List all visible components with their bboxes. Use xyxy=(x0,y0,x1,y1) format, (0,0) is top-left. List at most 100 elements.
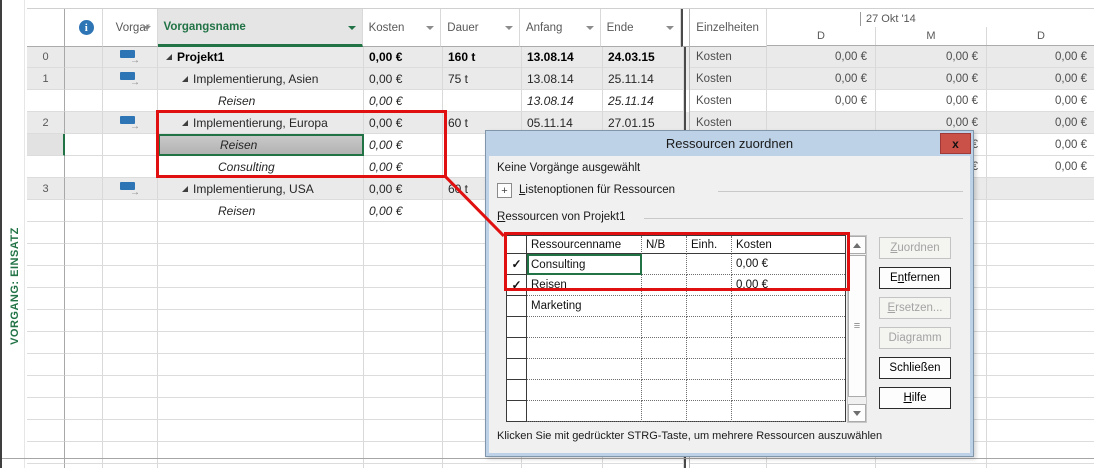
ersetzen-button[interactable]: Ersetzen... xyxy=(879,297,951,319)
row-selector-cell[interactable] xyxy=(507,236,527,254)
info-cell[interactable] xyxy=(65,420,103,442)
timeline-cell[interactable]: 0,00 € xyxy=(987,46,1094,68)
info-cell[interactable] xyxy=(65,90,103,112)
row-number-cell[interactable]: 3 xyxy=(27,178,65,200)
task-mode-cell[interactable] xyxy=(103,244,158,266)
duration-cell[interactable]: 160 t xyxy=(443,46,522,68)
task-name-cell[interactable] xyxy=(158,376,364,398)
timeline-cell[interactable] xyxy=(987,332,1094,354)
info-cell[interactable] xyxy=(65,134,103,156)
end-cell[interactable] xyxy=(603,464,684,468)
cost-cell[interactable] xyxy=(732,401,845,422)
timeline-cell[interactable]: 0,00 € xyxy=(876,90,987,112)
rd-cell[interactable] xyxy=(642,296,687,317)
timeline-cell[interactable]: 0,00 € xyxy=(987,68,1094,90)
resource-row[interactable] xyxy=(507,359,845,380)
cost-cell[interactable]: Kosten xyxy=(732,236,845,254)
row-number-cell[interactable] xyxy=(27,354,65,376)
timeline-cell[interactable] xyxy=(987,288,1094,310)
resource-name-cell[interactable] xyxy=(527,359,642,380)
task-mode-cell[interactable] xyxy=(103,464,158,468)
row-number-cell[interactable]: 1 xyxy=(27,68,65,90)
task-name-cell[interactable]: Consulting xyxy=(158,156,364,178)
cost-cell[interactable] xyxy=(364,354,443,376)
task-mode-cell[interactable] xyxy=(103,200,158,222)
cost-cell[interactable]: 0,00 € xyxy=(364,90,443,112)
dropdown-arrow-icon[interactable] xyxy=(426,26,434,30)
row-number-cell[interactable] xyxy=(27,266,65,288)
end-column-header[interactable]: Ende xyxy=(601,9,682,47)
task-name-cell[interactable]: Implementierung, Asien xyxy=(158,68,364,90)
row-number-cell[interactable] xyxy=(27,288,65,310)
cost-cell[interactable] xyxy=(364,244,443,266)
task-name-column-header[interactable]: Vorgangsname xyxy=(158,9,363,47)
pane-divider[interactable] xyxy=(681,9,690,47)
task-name-cell[interactable]: Implementierung, Europa xyxy=(158,112,364,134)
cost-cell[interactable]: 0,00 € xyxy=(732,275,845,296)
cost-cell[interactable] xyxy=(364,442,443,464)
task-mode-cell[interactable] xyxy=(103,376,158,398)
timeline-cell[interactable] xyxy=(987,420,1094,442)
resource-row[interactable] xyxy=(507,317,845,338)
info-cell[interactable] xyxy=(65,112,103,134)
row-selector-cell[interactable] xyxy=(507,338,527,359)
task-name-cell[interactable] xyxy=(158,354,364,376)
timeline-header[interactable]: 27 Okt '14 DMD xyxy=(767,9,1094,46)
row-number-cell[interactable]: 2 xyxy=(27,112,65,134)
units-cell[interactable] xyxy=(687,380,732,401)
resource-row[interactable]: ✓Consulting0,00 € xyxy=(507,254,845,275)
cost-cell[interactable]: 0,00 € xyxy=(364,112,443,134)
task-name-cell[interactable] xyxy=(158,420,364,442)
task-mode-column-header[interactable]: Vorgar xyxy=(103,9,158,47)
row-number-cell[interactable] xyxy=(27,442,65,464)
timeline-cell[interactable]: 0,00 € xyxy=(987,156,1094,178)
schliessen-button[interactable]: Schließen xyxy=(879,357,951,379)
timeline-cell[interactable] xyxy=(876,464,987,468)
cost-cell[interactable] xyxy=(732,296,845,317)
cost-cell[interactable]: 0,00 € xyxy=(364,178,443,200)
details-column-header[interactable]: Einzelheiten xyxy=(690,9,767,47)
units-cell[interactable] xyxy=(687,338,732,359)
info-cell[interactable] xyxy=(65,156,103,178)
task-name-cell[interactable] xyxy=(158,266,364,288)
row-number-header[interactable] xyxy=(27,9,65,47)
units-cell[interactable] xyxy=(687,317,732,338)
cost-column-header[interactable]: Kosten xyxy=(363,9,442,47)
rd-cell[interactable] xyxy=(642,317,687,338)
cost-cell[interactable]: 0,00 € xyxy=(732,254,845,275)
dropdown-arrow-icon[interactable] xyxy=(586,26,594,30)
info-cell[interactable] xyxy=(65,200,103,222)
info-cell[interactable] xyxy=(65,376,103,398)
timeline-cell[interactable] xyxy=(987,376,1094,398)
timeline-cell[interactable] xyxy=(987,266,1094,288)
timeline-cell[interactable] xyxy=(987,464,1094,468)
task-mode-cell[interactable] xyxy=(103,90,158,112)
info-cell[interactable] xyxy=(65,46,103,68)
row-number-cell[interactable] xyxy=(27,244,65,266)
info-cell[interactable] xyxy=(65,222,103,244)
resource-name-cell[interactable] xyxy=(527,380,642,401)
task-mode-cell[interactable] xyxy=(103,134,158,156)
units-cell[interactable] xyxy=(687,401,732,422)
row-selector-cell[interactable] xyxy=(507,380,527,401)
timeline-cell[interactable] xyxy=(987,442,1094,464)
row-number-cell[interactable] xyxy=(27,464,65,468)
diagramm-button[interactable]: Diagramm xyxy=(879,327,951,349)
task-mode-cell[interactable]: → xyxy=(103,178,158,200)
cost-cell[interactable] xyxy=(364,376,443,398)
task-name-cell[interactable] xyxy=(158,288,364,310)
row-selector-cell[interactable]: ✓ xyxy=(507,275,527,296)
task-name-cell[interactable]: Reisen xyxy=(158,90,364,112)
start-cell[interactable]: 13.08.14 xyxy=(522,90,603,112)
rd-cell[interactable]: N/B xyxy=(642,236,687,254)
row-number-cell[interactable] xyxy=(27,90,65,112)
row-number-cell[interactable] xyxy=(27,156,65,178)
task-mode-cell[interactable] xyxy=(103,420,158,442)
resource-name-cell[interactable]: Reisen xyxy=(527,275,642,296)
timeline-cell[interactable] xyxy=(767,464,876,468)
task-name-cell[interactable] xyxy=(158,464,364,468)
info-cell[interactable] xyxy=(65,354,103,376)
row-selector-cell[interactable] xyxy=(507,296,527,317)
expand-triangle-icon[interactable] xyxy=(182,76,188,82)
timeline-day-header[interactable]: D xyxy=(767,27,876,45)
